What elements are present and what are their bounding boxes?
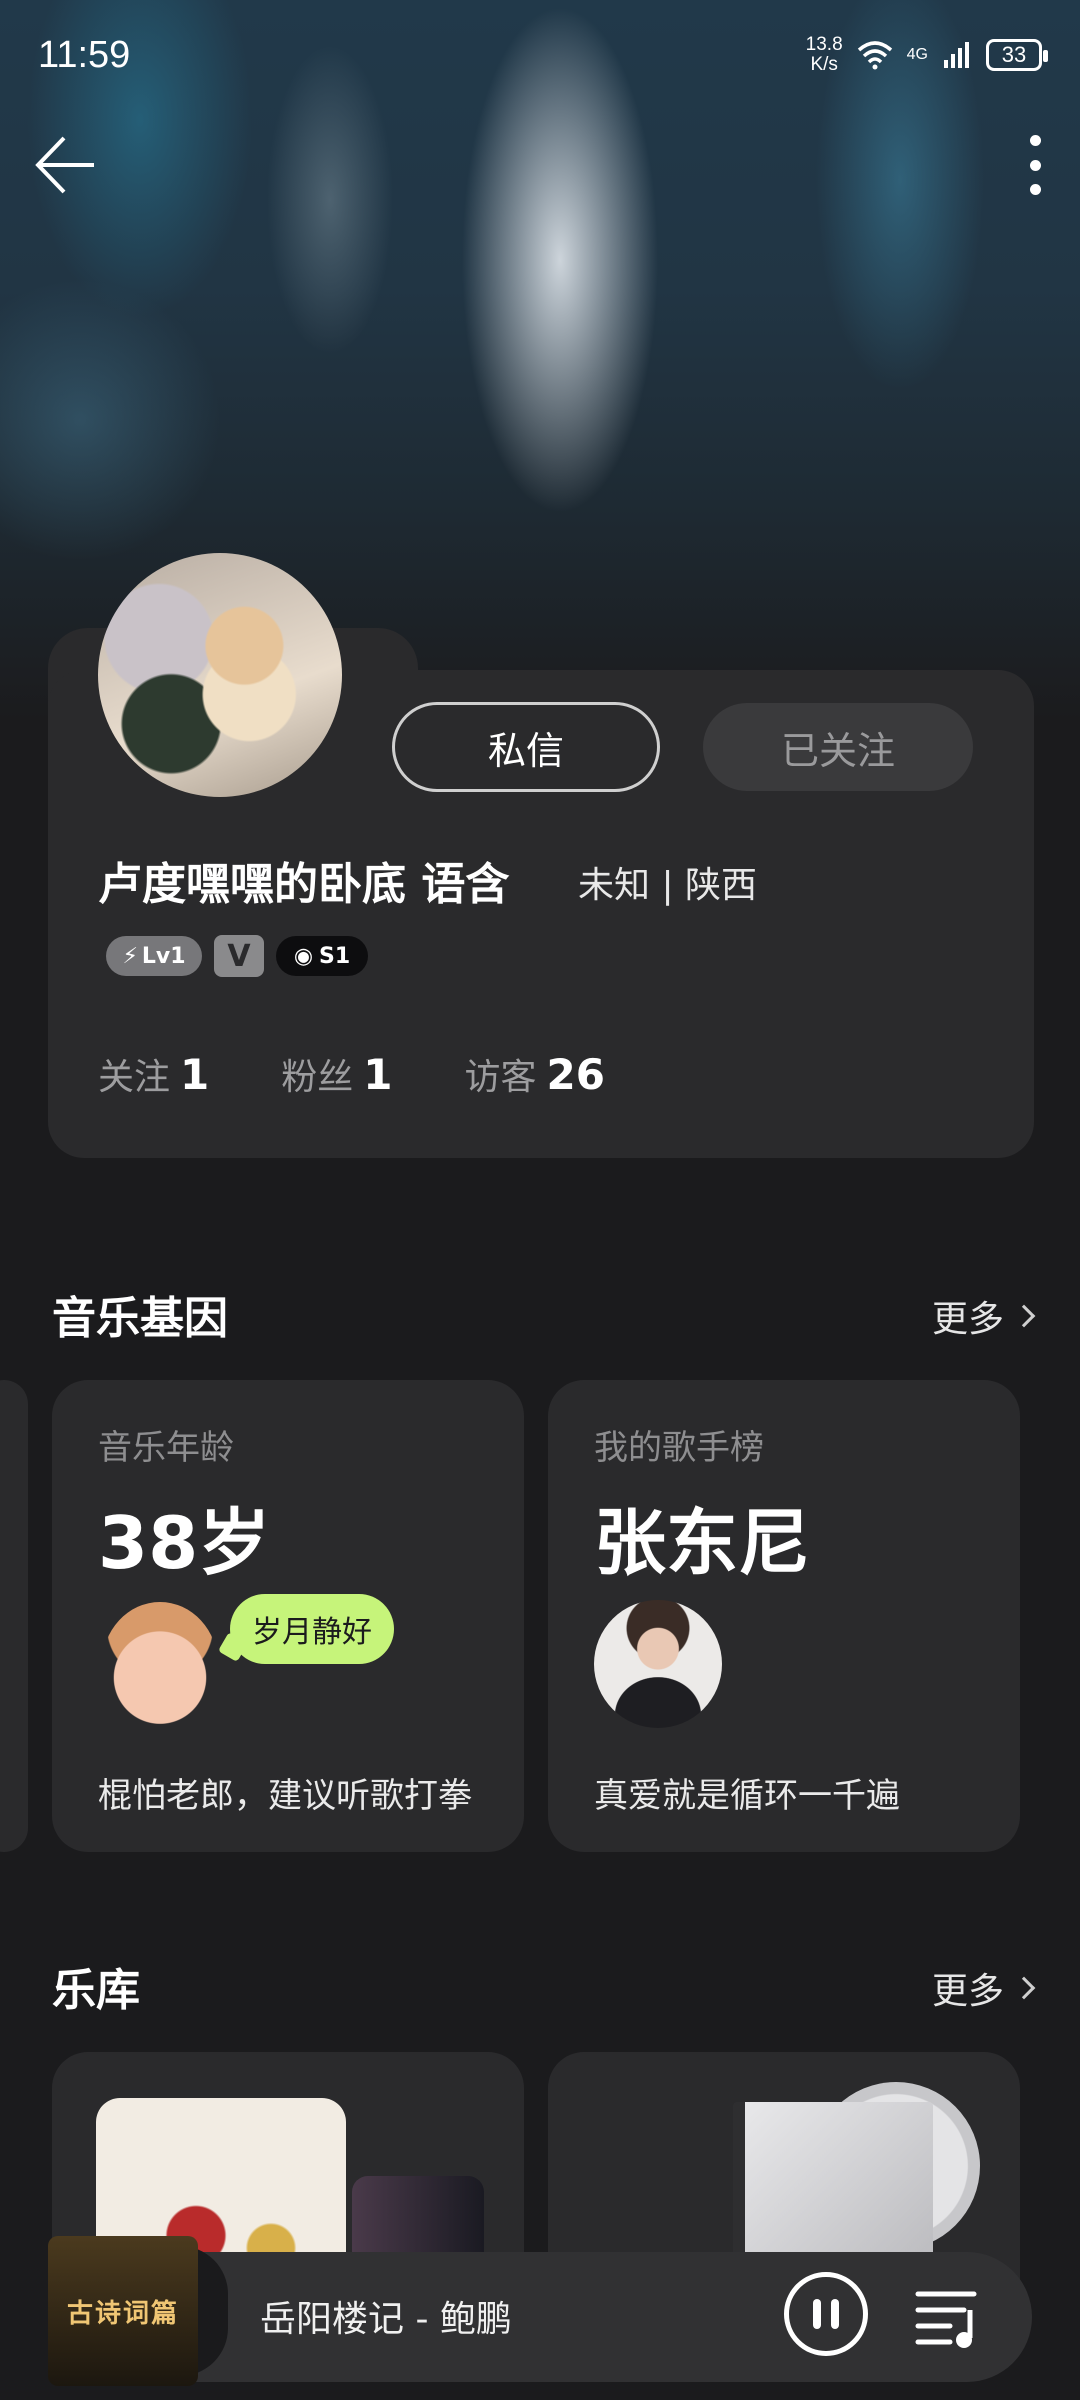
stat-fans[interactable]: 粉丝 1 [281, 1048, 392, 1100]
music-gene-title: 音乐基因 [52, 1293, 228, 1344]
now-playing-title[interactable]: 岳阳楼记 - 鲍鹏 [260, 2290, 512, 2342]
card-description: 真爱就是循环一千遍 [594, 1776, 900, 1816]
stat-value: 1 [363, 1050, 393, 1099]
wifi-icon [857, 41, 892, 70]
more-text: 更多 [932, 1299, 1005, 1340]
status-time: 11:59 [38, 33, 131, 76]
stat-value: 1 [180, 1050, 210, 1099]
more-options-button[interactable] [1020, 135, 1050, 195]
user-gender-location: 未知 | 陕西 [578, 865, 758, 906]
vip-badge[interactable]: V [214, 935, 264, 977]
level-badge[interactable]: ⚡ Lv1 [106, 936, 202, 976]
ring-icon: ◉ [293, 943, 314, 969]
arrow-left-icon [35, 136, 94, 194]
user-stats: 关注 1 粉丝 1 访客 26 [98, 1048, 605, 1100]
singer-rank-card[interactable]: 我的歌手榜 张东尼 真爱就是循环一千遍 [548, 1380, 1020, 1852]
battery-level: 33 [1001, 42, 1027, 67]
singer-avatar [594, 1600, 722, 1728]
score-text: S1 [319, 943, 351, 969]
top-navigation [0, 130, 1080, 200]
net-speed-value: 13.8 [805, 34, 843, 55]
user-badges: ⚡ Lv1 V ◉ S1 [106, 935, 368, 977]
library-more-link[interactable]: 更多 [932, 1962, 1036, 2014]
pause-button[interactable] [784, 2272, 868, 2356]
more-text: 更多 [932, 1971, 1005, 2012]
more-vertical-icon [1029, 135, 1041, 146]
battery-indicator: 33 [986, 39, 1048, 71]
signal-icon [944, 42, 969, 68]
chevron-right-icon [1012, 1304, 1036, 1328]
user-name: 卢度嘿嘿的卧底 语含 [98, 859, 510, 910]
card-value: 38岁 [98, 1501, 271, 1585]
playlist-icon [915, 2291, 977, 2348]
stat-label: 访客 [464, 1057, 537, 1098]
followed-button[interactable]: 已关注 [703, 703, 973, 791]
playlist-button[interactable] [914, 2280, 984, 2350]
stat-value: 26 [546, 1050, 605, 1099]
card-label: 音乐年龄 [98, 1428, 234, 1468]
stat-visitors[interactable]: 访客 26 [465, 1048, 605, 1100]
user-avatar[interactable] [98, 553, 342, 797]
back-button[interactable] [32, 130, 102, 200]
music-age-card[interactable]: 音乐年龄 38岁 岁月静好 棍怕老郎，建议听歌打拳 [52, 1380, 524, 1852]
library-title: 乐库 [52, 1965, 140, 2016]
card-value: 张东尼 [594, 1501, 811, 1585]
stat-following[interactable]: 关注 1 [98, 1048, 209, 1100]
chevron-right-icon [1012, 1976, 1036, 2000]
memoji-avatar [102, 1602, 218, 1728]
network-type: 4G [906, 46, 928, 63]
stat-label: 关注 [98, 1057, 171, 1098]
score-badge[interactable]: ◉ S1 [276, 936, 368, 976]
level-text: Lv1 [141, 943, 186, 969]
net-speed: 13.8 K/s [806, 35, 843, 75]
pause-icon [813, 2299, 821, 2329]
previous-card-edge[interactable] [0, 1380, 28, 1852]
card-description: 棍怕老郎，建议听歌打拳 [98, 1776, 472, 1816]
speech-bubble: 岁月静好 [230, 1594, 394, 1664]
lightning-icon: ⚡ [122, 943, 138, 969]
private-message-button[interactable]: 私信 [392, 702, 660, 792]
now-playing-cover[interactable]: 古诗词篇 [48, 2236, 198, 2386]
music-gene-more-link[interactable]: 更多 [932, 1290, 1036, 1342]
status-bar: 11:59 13.8 K/s 4G 33 [0, 0, 1080, 110]
cover-text: 古诗词篇 [66, 2298, 179, 2329]
status-icons: 13.8 K/s 4G 33 [806, 35, 1048, 75]
net-speed-unit: K/s [810, 54, 838, 75]
stat-label: 粉丝 [281, 1057, 354, 1098]
card-label: 我的歌手榜 [594, 1428, 764, 1468]
